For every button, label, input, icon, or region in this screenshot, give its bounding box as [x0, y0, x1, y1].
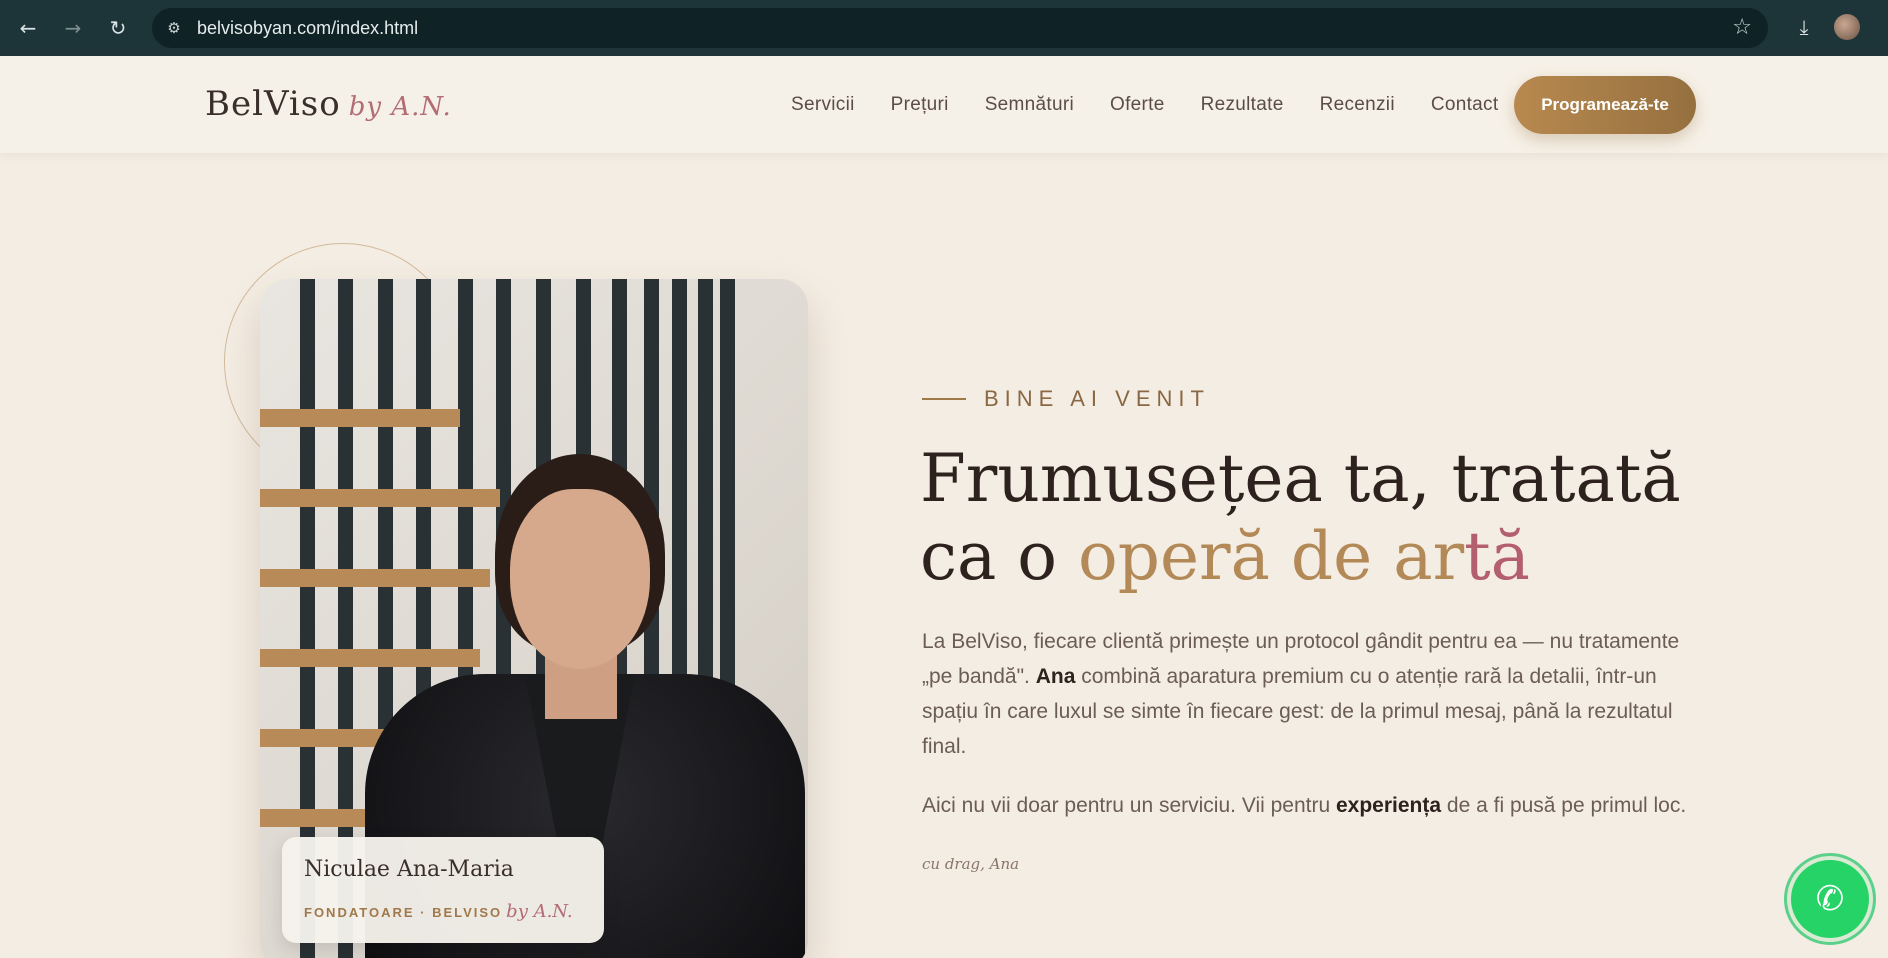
site-logo[interactable]: BelViso by A.N.	[205, 84, 452, 124]
founder-role: FONDATOARE · BELVISO by A.N.	[304, 901, 573, 922]
menu-item-rezultate[interactable]: Rezultate	[1201, 94, 1284, 116]
menu-item-servicii[interactable]: Servicii	[791, 94, 855, 116]
whatsapp-icon[interactable]: ✆	[1791, 860, 1869, 938]
main-menu: Servicii Prețuri Semnături Oferte Rezult…	[791, 94, 1534, 116]
hero-paragraph-2: Aici nu vii doar pentru un serviciu. Vii…	[922, 794, 1687, 817]
menu-item-recenzii[interactable]: Recenzii	[1320, 94, 1395, 116]
browser-toolbar: ← → ↻ ⚙ belvisobyan.com/index.html ☆ ⤓	[0, 0, 1888, 56]
site-settings-icon[interactable]: ⚙	[164, 18, 184, 38]
photo-caption-card: Niculae Ana-Maria FONDATOARE · BELVISO by…	[282, 837, 604, 943]
menu-item-semnaturi[interactable]: Semnături	[985, 94, 1074, 116]
site-header: BelViso by A.N. Servicii Prețuri Semnătur…	[0, 56, 1888, 153]
download-icon[interactable]: ⤓	[1790, 13, 1818, 41]
book-appointment-button[interactable]: Programează-te	[1514, 76, 1696, 134]
reload-icon[interactable]: ↻	[104, 14, 132, 42]
eyebrow-line	[922, 398, 966, 400]
person-face	[510, 489, 650, 669]
forward-arrow-icon[interactable]: →	[59, 14, 87, 42]
logo-main: BelViso	[205, 84, 341, 124]
hero-paragraph-1: La BelViso, fiecare clientă primește un …	[922, 630, 1680, 758]
bookmark-star-icon[interactable]: ☆	[1732, 16, 1752, 40]
signature: cu drag, Ana	[922, 855, 1020, 873]
founder-name: Niculae Ana-Maria	[304, 857, 514, 882]
url-text[interactable]: belvisobyan.com/index.html	[197, 18, 418, 39]
logo-by: by A.N.	[348, 92, 452, 122]
welcome-eyebrow: BINE AI VENIT	[922, 386, 1210, 412]
hero-headline: Frumusețea ta, tratată ca o operă de art…	[920, 440, 1681, 595]
back-arrow-icon[interactable]: ←	[14, 14, 42, 42]
menu-item-preturi[interactable]: Prețuri	[891, 94, 949, 116]
founder-photo: Niculae Ana-Maria FONDATOARE · BELVISO by…	[260, 279, 808, 958]
menu-item-oferte[interactable]: Oferte	[1110, 94, 1165, 116]
eyebrow-text: BINE AI VENIT	[984, 386, 1210, 411]
profile-avatar[interactable]	[1834, 14, 1860, 40]
menu-item-contact[interactable]: Contact	[1431, 94, 1499, 116]
address-bar[interactable]: ⚙ belvisobyan.com/index.html ☆	[152, 8, 1768, 48]
